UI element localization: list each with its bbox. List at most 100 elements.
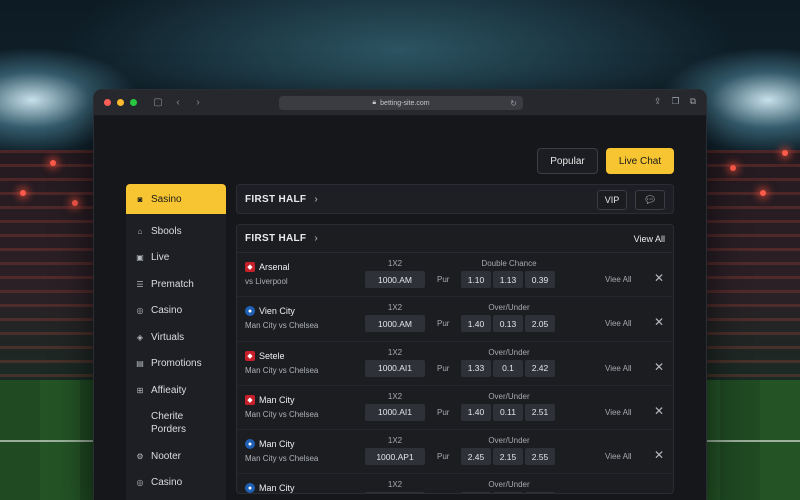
sidebar-item-virtuals[interactable]: ◈ Virtuals bbox=[126, 324, 226, 350]
stadium-light bbox=[50, 160, 56, 166]
market-label: Over/Under bbox=[488, 347, 530, 357]
odds-button[interactable]: 1.40 bbox=[461, 315, 491, 333]
match-team-primary: ◆ Man City bbox=[245, 394, 295, 405]
match-team-primary: ● Man City bbox=[245, 483, 295, 493]
forward-arrow-icon[interactable]: › bbox=[191, 97, 205, 108]
sidebar-item-promotions[interactable]: ▤ Promotions bbox=[126, 350, 226, 377]
view-all-link[interactable]: View All bbox=[634, 234, 665, 244]
pur-label: Pur bbox=[437, 407, 450, 417]
copy-icon[interactable]: ❐ bbox=[671, 96, 679, 107]
match-list: ◆ Arsenal vs Liverpool 1X2 Double Chance 1000… bbox=[237, 253, 673, 493]
team-name: Vien City bbox=[259, 306, 295, 317]
maximize-window-button[interactable] bbox=[130, 99, 137, 106]
close-icon[interactable]: ✕ bbox=[654, 360, 664, 374]
sidebar: ◙ Sasino ⌂ Sbools ▣ Live ☰ Prematch ◎ Ca… bbox=[126, 184, 226, 500]
sidebar-item-sasino[interactable]: ◙ Sasino bbox=[126, 184, 226, 214]
odds-button[interactable]: 2.15 bbox=[493, 448, 523, 466]
sidebar-item-affieaity[interactable]: ⊞ Affieaity bbox=[126, 377, 226, 403]
view-all-link[interactable]: Viee All bbox=[605, 452, 632, 461]
main-odds-button[interactable]: 1000.AP1 bbox=[365, 448, 425, 466]
promo-icon: ▤ bbox=[136, 359, 144, 368]
casino-icon: ◎ bbox=[136, 306, 144, 315]
odds-button[interactable]: 1.10 bbox=[461, 271, 491, 288]
address-bar[interactable]: 🔒︎ betting-site.com ↻ bbox=[279, 96, 523, 110]
odds-button[interactable]: 0.13 bbox=[493, 315, 523, 333]
panel-title: FIRST HALF bbox=[245, 233, 307, 244]
tabs-icon[interactable]: ⧉ bbox=[690, 96, 696, 107]
popular-button[interactable]: Popular bbox=[537, 148, 598, 174]
close-icon[interactable]: ✕ bbox=[654, 448, 664, 462]
odds-button[interactable]: 1.40 bbox=[461, 403, 491, 421]
odds-button[interactable]: 2.05 bbox=[525, 492, 555, 493]
live-icon: ▣ bbox=[136, 253, 144, 262]
sidebar-item-label: Sasino bbox=[151, 193, 182, 205]
sidebar-toggle-icon[interactable]: ▢ bbox=[151, 97, 165, 108]
view-all-link[interactable]: Viee All bbox=[605, 319, 632, 328]
odds-button[interactable]: 1.33 bbox=[461, 359, 491, 377]
team-crest-icon: ◆ bbox=[245, 394, 255, 405]
match-team-primary: ● Man City bbox=[245, 439, 295, 450]
live-chat-button[interactable]: Live Chat bbox=[606, 148, 674, 174]
odds-button[interactable]: 2.55 bbox=[525, 448, 555, 466]
chevron-right-icon[interactable]: › bbox=[314, 194, 317, 205]
refresh-icon[interactable]: ↻ bbox=[510, 99, 517, 108]
back-arrow-icon[interactable]: ‹ bbox=[171, 97, 185, 108]
close-icon[interactable]: ✕ bbox=[654, 492, 664, 493]
market-label: Over/Under bbox=[488, 391, 530, 401]
match-row[interactable]: ●Man CityMan City vs Chelsea1X2Over/Unde… bbox=[237, 430, 673, 475]
chat-bubble-icon[interactable]: 💬︎ bbox=[635, 190, 665, 210]
match-row[interactable]: ◆ Arsenal vs Liverpool 1X2 Double Chance 1000… bbox=[237, 253, 673, 298]
share-icon[interactable]: ⇪ bbox=[654, 96, 662, 107]
match-row[interactable]: ◆ Setele Man City vs Chelsea 1X2 Over/Under 1… bbox=[237, 342, 673, 386]
sidebar-item-live[interactable]: ▣ Live bbox=[126, 244, 226, 271]
close-window-button[interactable] bbox=[104, 99, 111, 106]
pur-label: Pur bbox=[437, 452, 450, 462]
odds-button[interactable]: 0.11 bbox=[493, 403, 523, 421]
team-name: Man City bbox=[259, 483, 295, 494]
list-icon: ☰ bbox=[136, 279, 144, 289]
address-bar-url: betting-site.com bbox=[380, 99, 430, 107]
odds-button[interactable]: 1.13 bbox=[493, 271, 523, 288]
odds-button[interactable]: 2.51 bbox=[525, 403, 555, 421]
match-row[interactable]: ◆ Man City Man City vs Chelsea 1X2 Over/Unde… bbox=[237, 386, 673, 431]
market-1x2-label: 1X2 bbox=[387, 259, 403, 268]
view-all-link[interactable]: Viee All bbox=[605, 408, 632, 417]
odds-button[interactable]: 2.40 bbox=[461, 492, 491, 493]
match-fixture: Man City vs Chelsea bbox=[245, 409, 319, 419]
sidebar-item-casino-2[interactable]: ◎ Casino bbox=[126, 469, 226, 495]
close-icon[interactable]: ✕ bbox=[654, 315, 664, 329]
close-icon[interactable]: ✕ bbox=[654, 404, 664, 418]
main-odds-button[interactable]: 1000.AI1 bbox=[365, 359, 425, 377]
sidebar-item-casino[interactable]: ◎ Casino bbox=[126, 297, 226, 324]
odds-button[interactable]: 2.16 bbox=[493, 492, 523, 493]
close-icon[interactable]: ✕ bbox=[654, 271, 664, 285]
odds-button[interactable]: 2.42 bbox=[525, 359, 555, 377]
odds-button[interactable]: 0.39 bbox=[525, 271, 555, 288]
odds-button[interactable]: 2.05 bbox=[525, 315, 555, 333]
pur-label: Pur bbox=[437, 363, 450, 373]
pur-label: Pur bbox=[437, 319, 450, 329]
main-odds-button[interactable]: 1000.AI1 bbox=[365, 403, 425, 421]
view-all-link[interactable]: Viee All bbox=[605, 364, 632, 373]
market-label: Double Chance bbox=[481, 259, 537, 268]
view-all-link[interactable]: Viee All bbox=[605, 275, 632, 284]
odds-button[interactable]: 0.1 bbox=[493, 359, 523, 377]
casino-icon: ◙ bbox=[137, 194, 143, 204]
odds-button[interactable]: 2.45 bbox=[461, 448, 491, 466]
main-odds-button[interactable]: 1000.AM bbox=[365, 271, 425, 288]
match-fixture: Man City vs Chelsea bbox=[245, 365, 319, 375]
sidebar-item-prematch[interactable]: ☰ Prematch bbox=[126, 271, 226, 297]
sidebar-item-label: Affieaity bbox=[151, 384, 187, 396]
matches-panel: FIRST HALF › View All ◆ Arsenal vs Liverpo… bbox=[236, 224, 674, 494]
team-name: Man City bbox=[259, 394, 295, 405]
main-odds-button[interactable]: 1000.AM bbox=[365, 315, 425, 333]
chevron-right-icon[interactable]: › bbox=[314, 233, 317, 244]
sidebar-item-sbools[interactable]: ⌂ Sbools bbox=[126, 218, 226, 244]
match-row[interactable]: ● Vien City Man City vs Chelsea 1X2 Over/Und… bbox=[237, 297, 673, 342]
match-row[interactable]: ●Man CityMan City vs Chelsea1X2Over/Unde… bbox=[237, 474, 673, 493]
sidebar-item-nooter[interactable]: ⚙ Nooter bbox=[126, 443, 226, 469]
main-odds-button[interactable]: 1000.AP1 bbox=[365, 492, 425, 493]
sidebar-item-cherite-porders[interactable]: Cherite Porders bbox=[126, 403, 206, 443]
vip-button[interactable]: VIP bbox=[597, 190, 627, 210]
minimize-window-button[interactable] bbox=[117, 99, 124, 106]
